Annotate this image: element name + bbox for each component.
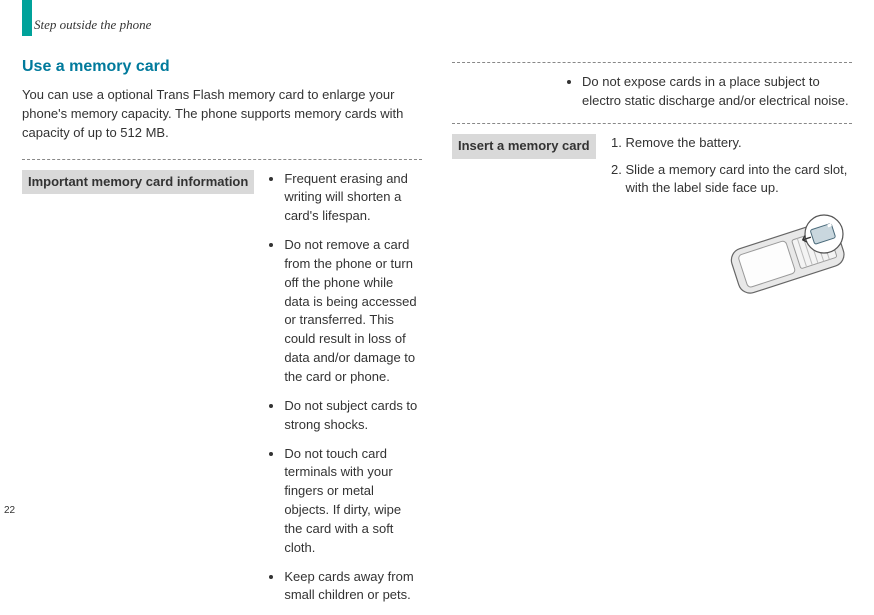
left-column: Use a memory card You can use a optional… <box>22 58 422 615</box>
accent-bar <box>22 0 32 36</box>
list-item: Frequent erasing and writing will shorte… <box>284 170 422 227</box>
list-item: Keep cards away from small children or p… <box>284 568 422 606</box>
intro-text: You can use a optional Trans Flash memor… <box>22 86 422 143</box>
insert-card-label: Insert a memory card <box>452 134 596 159</box>
page-number: 22 <box>4 505 15 516</box>
list-item: Do not remove a card from the phone or t… <box>284 236 422 387</box>
insert-card-block: Insert a memory card Remove the battery.… <box>452 123 852 307</box>
list-item: Do not expose cards in a place subject t… <box>582 73 852 111</box>
insert-card-content: Remove the battery. Slide a memory card … <box>608 134 852 307</box>
important-info-bullets: Frequent erasing and writing will shorte… <box>266 170 422 615</box>
insert-card-steps: Remove the battery. Slide a memory card … <box>608 134 852 199</box>
list-item: Remove the battery. <box>626 134 852 153</box>
important-info-label: Important memory card information <box>22 170 254 195</box>
heading-use-memory-card: Use a memory card <box>22 58 422 76</box>
continuation-block: Do not expose cards in a place subject t… <box>452 62 852 111</box>
section-header: Step outside the phone <box>34 17 151 33</box>
list-item: Do not subject cards to strong shocks. <box>284 397 422 435</box>
important-info-block: Important memory card information Freque… <box>22 159 422 615</box>
content-columns: Use a memory card You can use a optional… <box>22 58 852 615</box>
list-item: Do not touch card terminals with your fi… <box>284 445 422 558</box>
phone-card-illustration-icon <box>712 206 852 306</box>
right-column: Do not expose cards in a place subject t… <box>452 58 852 615</box>
continuation-bullets: Do not expose cards in a place subject t… <box>564 73 852 111</box>
list-item: Slide a memory card into the card slot, … <box>626 161 852 199</box>
